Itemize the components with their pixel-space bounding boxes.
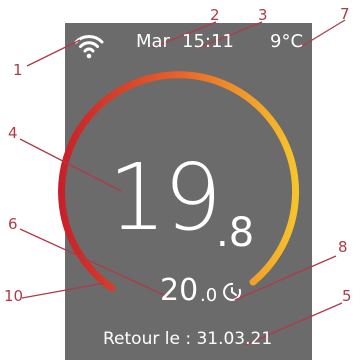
- outdoor-temp-label: 9°C: [270, 31, 304, 52]
- return-date-label: Retour le : 31.03.21: [103, 329, 273, 349]
- callout-number-4: 4: [8, 124, 18, 142]
- day-label: Mar: [136, 31, 170, 52]
- callout-number-1: 1: [13, 61, 23, 79]
- time-label: 15:11: [182, 31, 234, 52]
- callout-line-1: [26, 39, 81, 67]
- current-temperature-decimal: .8: [216, 210, 255, 256]
- callout-number-7: 7: [340, 5, 350, 23]
- callout-line-8: [234, 255, 337, 301]
- setpoint-whole[interactable]: 20: [160, 276, 198, 306]
- callout-line-7: [298, 19, 346, 49]
- callout-number-10: 10: [4, 287, 24, 305]
- current-temperature-whole: 19: [108, 144, 222, 251]
- callout-number-5: 5: [342, 287, 352, 305]
- callout-line-10: [21, 282, 106, 299]
- callout-number-6: 6: [8, 215, 18, 233]
- callout-number-3: 3: [258, 6, 268, 24]
- setpoint-decimal: .0: [200, 285, 218, 306]
- timer-icon: [223, 282, 242, 301]
- wifi-icon: [74, 35, 104, 59]
- callout-number-8: 8: [338, 238, 348, 256]
- callout-number-2: 2: [210, 6, 220, 24]
